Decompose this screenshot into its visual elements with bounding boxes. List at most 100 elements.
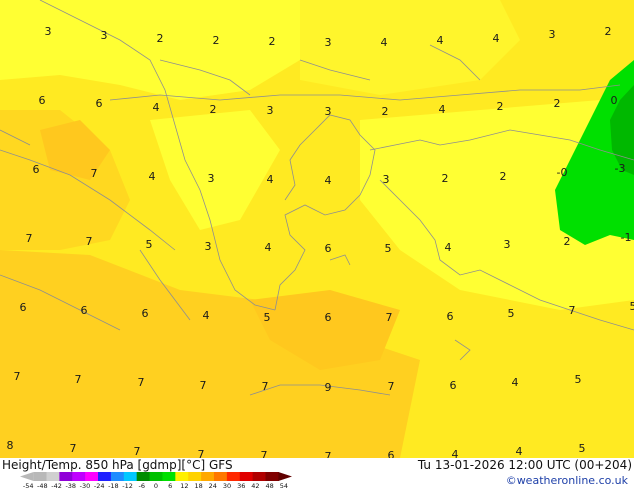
value-label: 7 bbox=[138, 376, 145, 389]
colorbar-swatch bbox=[136, 472, 151, 481]
colorbar-swatch bbox=[72, 472, 86, 481]
value-label: 3 bbox=[208, 172, 215, 185]
value-label: 2 bbox=[213, 34, 220, 47]
value-label: 4 bbox=[265, 241, 272, 254]
colorbar-swatch bbox=[46, 472, 60, 481]
colorbar bbox=[20, 472, 292, 481]
value-label: 5 bbox=[508, 307, 515, 320]
value-label: 8 bbox=[7, 439, 14, 452]
value-label: 4 bbox=[437, 34, 444, 47]
value-label: 6 bbox=[33, 163, 40, 176]
colorbar-swatch bbox=[98, 472, 112, 481]
valid-time: Tu 13-01-2026 12:00 UTC (00+204) bbox=[417, 458, 632, 472]
value-label: 6 bbox=[388, 449, 395, 458]
value-label: 7 bbox=[262, 380, 269, 393]
colorbar-swatch bbox=[123, 472, 138, 481]
colorbar-swatch bbox=[213, 472, 228, 481]
value-label: 2 bbox=[157, 32, 164, 45]
colorbar-swatch bbox=[265, 472, 279, 481]
map-title: Height/Temp. 850 hPa [gdmp][°C] GFS bbox=[2, 458, 233, 472]
value-label: 6 bbox=[96, 97, 103, 110]
value-label: -0 bbox=[557, 166, 568, 179]
colorbar-swatch bbox=[85, 472, 99, 481]
colorbar-swatch bbox=[175, 472, 189, 481]
colorbar-tick-label: -30 bbox=[79, 482, 91, 490]
value-label: 7 bbox=[569, 304, 576, 317]
value-label: 5 bbox=[385, 242, 392, 255]
value-label: 7 bbox=[134, 445, 141, 458]
value-label: 7 bbox=[91, 167, 98, 180]
colorbar-tick-label: -6 bbox=[138, 482, 146, 490]
colorbar-swatch bbox=[59, 472, 73, 481]
value-label: 5 bbox=[575, 373, 582, 386]
value-label: -3 bbox=[615, 162, 626, 175]
value-label: 6 bbox=[325, 242, 332, 255]
colorbar-tick-label: -38 bbox=[65, 482, 77, 490]
value-label: 4 bbox=[381, 36, 388, 49]
colorbar-arrow-left bbox=[20, 472, 34, 481]
value-label: 7 bbox=[70, 442, 77, 455]
value-label: 6 bbox=[447, 310, 454, 323]
value-label: 2 bbox=[210, 103, 217, 116]
colorbar-ticks: -54 -48 -42 -38 -30 -24 -18 -12 -6 0 6 12 18 24 30 36 42… bbox=[20, 482, 292, 490]
value-label: 6 bbox=[81, 304, 88, 317]
value-label: 7 bbox=[261, 449, 268, 458]
value-label: 2 bbox=[564, 235, 571, 248]
colorbar-tick-label: 24 bbox=[208, 482, 217, 490]
value-label: 7 bbox=[386, 311, 393, 324]
value-label: 2 bbox=[554, 97, 561, 110]
colorbar-tick-label: -42 bbox=[51, 482, 62, 490]
value-label: 7 bbox=[325, 450, 332, 458]
value-label: 2 bbox=[605, 25, 612, 38]
colorbar-tick-label: 48 bbox=[265, 482, 274, 490]
value-label: 4 bbox=[445, 241, 452, 254]
value-label: 7 bbox=[26, 232, 33, 245]
colorbar-swatch bbox=[226, 472, 241, 481]
colorbar-swatch bbox=[239, 472, 254, 481]
value-label: 6 bbox=[450, 379, 457, 392]
value-label: 2 bbox=[442, 172, 449, 185]
colorbar-swatch bbox=[188, 472, 202, 481]
weather-map: 3 3 2 2 2 3 4 4 4 3 2 6 6 4 2 3 3 2 4 2 2 0 6 7 4 3 4 4 3 2 2 -0 -3 7 7 5 3 4… bbox=[0, 0, 634, 458]
colorbar-tick-label: 42 bbox=[251, 482, 260, 490]
value-label: 3 bbox=[383, 173, 390, 186]
colorbar-tick-label: 6 bbox=[168, 482, 173, 490]
value-label: 5 bbox=[146, 238, 153, 251]
colorbar-swatch bbox=[201, 472, 215, 481]
value-label: 4 bbox=[439, 103, 446, 116]
colorbar-tick-label: -48 bbox=[37, 482, 48, 490]
value-label: 3 bbox=[267, 104, 274, 117]
value-label: 5 bbox=[630, 300, 634, 313]
value-label: 6 bbox=[325, 311, 332, 324]
colorbar-tick-label: -12 bbox=[122, 482, 133, 490]
colorbar-swatch bbox=[149, 472, 163, 481]
credit-link[interactable]: ©weatheronline.co.uk bbox=[506, 474, 628, 487]
value-label: 7 bbox=[198, 448, 205, 458]
colorbar-swatch bbox=[110, 472, 125, 481]
value-label: 4 bbox=[493, 32, 500, 45]
value-label: 4 bbox=[325, 174, 332, 187]
value-label: 4 bbox=[516, 445, 523, 458]
colorbar-tick-label: -54 bbox=[22, 482, 34, 490]
value-label: 4 bbox=[203, 309, 210, 322]
value-label: 5 bbox=[579, 442, 586, 455]
colorbar-tick-label: 0 bbox=[153, 482, 159, 490]
value-label: 7 bbox=[14, 370, 21, 383]
value-label: 2 bbox=[497, 100, 504, 113]
colorbar-tick-label: 30 bbox=[222, 482, 232, 490]
value-label: 3 bbox=[205, 240, 212, 253]
value-label: 0 bbox=[611, 94, 618, 107]
value-label: 4 bbox=[267, 173, 274, 186]
value-label: 7 bbox=[200, 379, 207, 392]
colorbar-swatch bbox=[162, 472, 176, 481]
value-label: 3 bbox=[549, 28, 556, 41]
colorbar-tick-label: -18 bbox=[108, 482, 119, 490]
value-label: 4 bbox=[153, 101, 160, 114]
value-label: 9 bbox=[325, 381, 332, 394]
colorbar-tick-label: 36 bbox=[237, 482, 246, 490]
value-label: 3 bbox=[504, 238, 511, 251]
colorbar-swatch bbox=[252, 472, 267, 481]
value-label: -1 bbox=[621, 231, 632, 244]
colorbar-arrow-right bbox=[278, 472, 292, 481]
value-label: 2 bbox=[269, 35, 276, 48]
